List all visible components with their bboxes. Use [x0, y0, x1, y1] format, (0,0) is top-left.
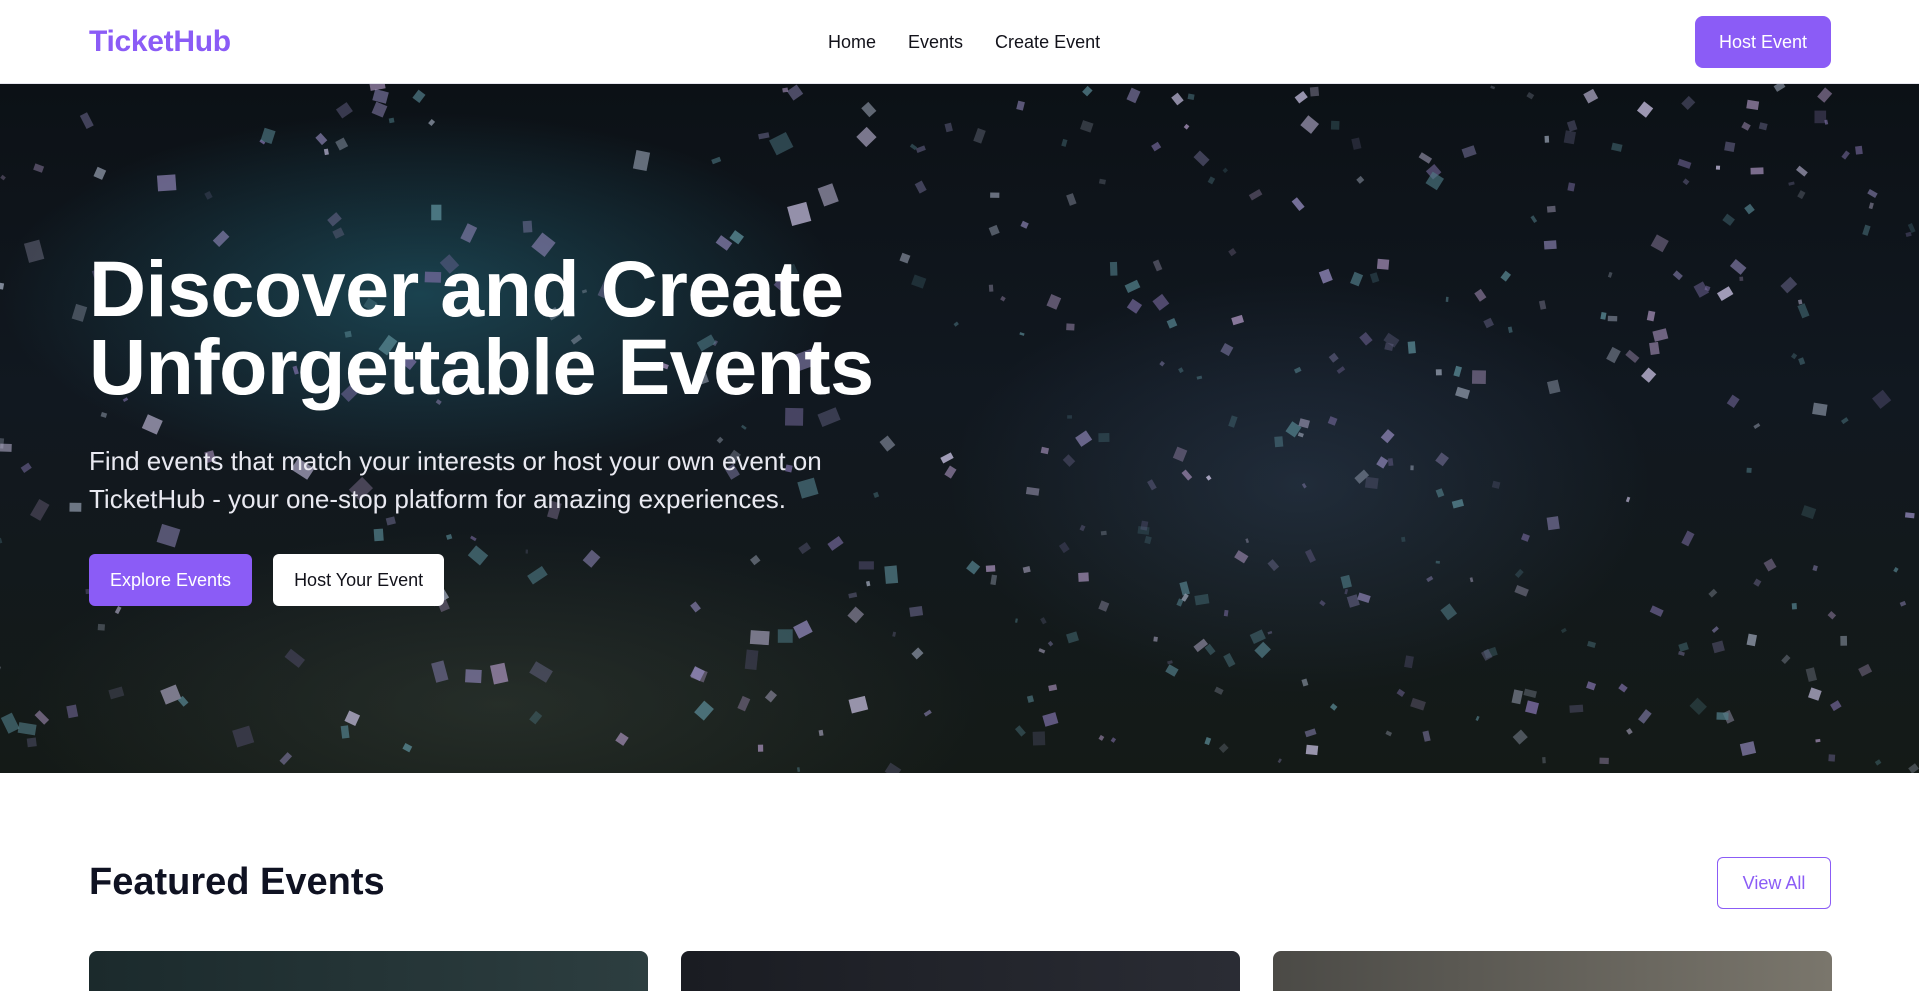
- main-nav: Home Events Create Event: [828, 30, 1100, 54]
- hero-title-line-1: Discover and Create: [89, 250, 989, 328]
- hero-subtitle: Find events that match your interests or…: [89, 442, 909, 518]
- event-card-image-3[interactable]: [1273, 951, 1832, 991]
- view-all-button[interactable]: View All: [1717, 857, 1831, 909]
- explore-events-button[interactable]: Explore Events: [89, 554, 252, 606]
- nav-create-event[interactable]: Create Event: [995, 30, 1100, 54]
- host-your-event-button[interactable]: Host Your Event: [273, 554, 444, 606]
- event-card-image-1[interactable]: [89, 951, 648, 991]
- host-event-button[interactable]: Host Event: [1695, 16, 1831, 68]
- featured-events-heading: Featured Events: [89, 860, 385, 904]
- nav-events[interactable]: Events: [908, 30, 963, 54]
- hero-title-line-2: Unforgettable Events: [89, 328, 989, 406]
- event-card-image-2[interactable]: [681, 951, 1240, 991]
- featured-events-cards: [89, 951, 1832, 991]
- logo[interactable]: TicketHub: [89, 22, 231, 62]
- nav-home[interactable]: Home: [828, 30, 876, 54]
- hero-banner: Discover and Create Unforgettable Events…: [0, 84, 1919, 773]
- hero-title: Discover and Create Unforgettable Events: [89, 250, 989, 406]
- top-navbar: TicketHub Home Events Create Event Host …: [0, 0, 1919, 84]
- hero-content: Discover and Create Unforgettable Events…: [89, 250, 989, 518]
- hero-actions: Explore Events Host Your Event: [89, 554, 444, 606]
